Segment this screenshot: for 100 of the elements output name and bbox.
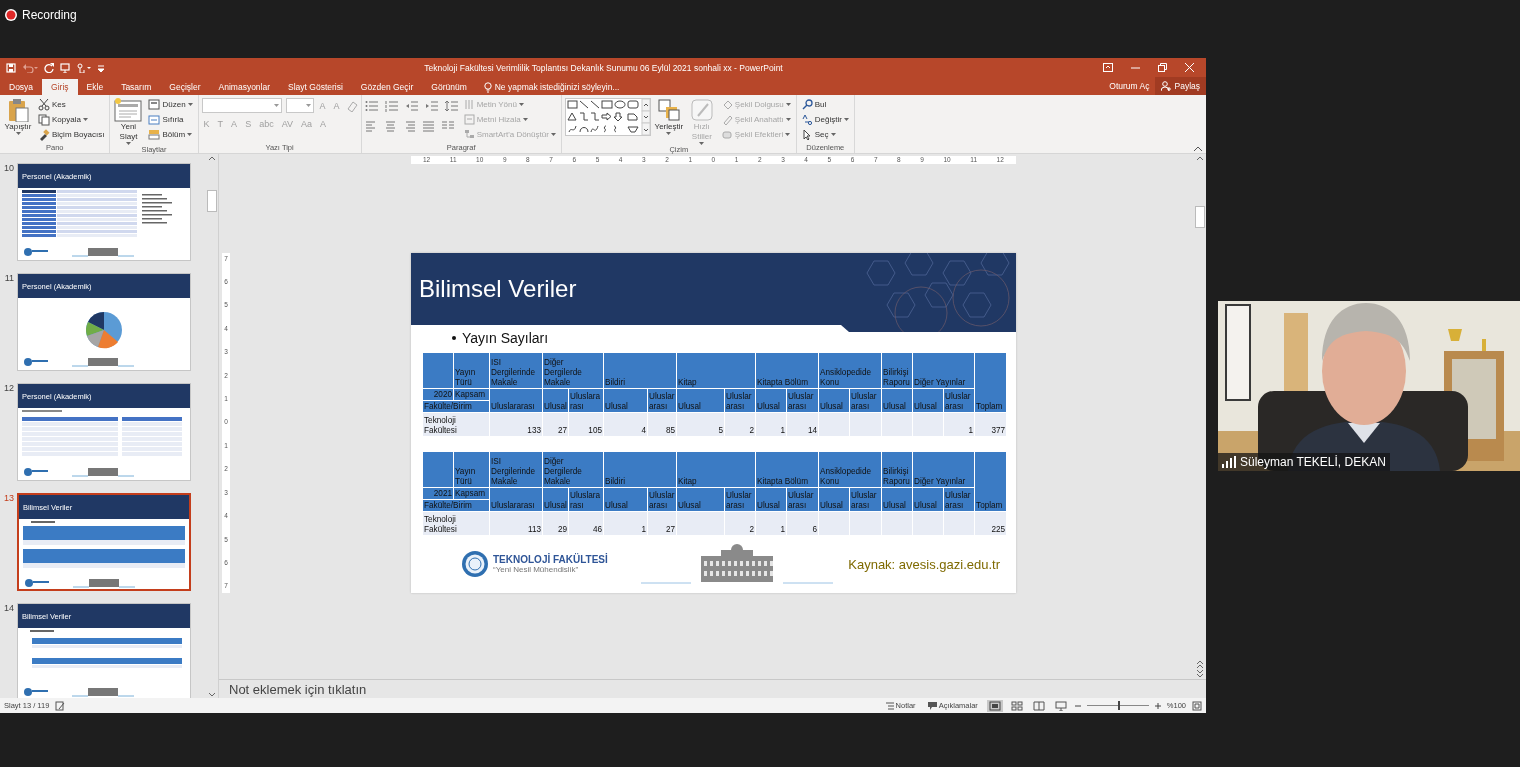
- increase-indent-icon[interactable]: [424, 100, 439, 112]
- share-button[interactable]: Paylaş: [1155, 77, 1206, 95]
- table-header-cell: Bildiri: [603, 451, 677, 487]
- eraser-icon[interactable]: [345, 99, 358, 112]
- divider-line: [641, 582, 691, 584]
- slideshow-icon[interactable]: [60, 62, 70, 73]
- fit-to-window-icon[interactable]: [1192, 700, 1202, 711]
- ribbon-tab[interactable]: Ekle: [77, 79, 113, 95]
- divider-line: [783, 582, 833, 584]
- next-slide-icon[interactable]: [1196, 669, 1204, 679]
- ribbon-button[interactable]: Yapıştır: [3, 98, 33, 135]
- scrollbar-thumb[interactable]: [1195, 206, 1205, 228]
- table-cell: Teknoloji Fakültesi: [422, 412, 490, 436]
- sign-in-link[interactable]: Oturum Aç: [1109, 81, 1150, 91]
- table-header-cell: Kitap: [676, 451, 756, 487]
- zoom-slider-thumb[interactable]: [1117, 701, 1120, 710]
- table-header-cell: Bilirkişi Raporu: [881, 451, 913, 487]
- paintbrush-icon: [38, 128, 50, 141]
- table-header-cell: Kitap: [676, 352, 756, 388]
- slide-number: 10: [3, 163, 14, 175]
- previous-slide-icon[interactable]: [1196, 659, 1204, 669]
- pen-outline-icon: [721, 114, 733, 125]
- ribbon-button[interactable]: Yeni Slayt: [113, 98, 144, 145]
- undo-icon[interactable]: [22, 62, 38, 73]
- touch-mode-icon[interactable]: [76, 62, 92, 73]
- line-spacing-icon[interactable]: [444, 100, 459, 112]
- ribbon-tab[interactable]: Giriş: [42, 79, 78, 95]
- slide-layout-icon: [114, 98, 143, 122]
- bullet-icon: [452, 336, 456, 340]
- repeat-icon[interactable]: [44, 62, 54, 73]
- ribbon-button[interactable]: Bul: [799, 98, 851, 111]
- ribbon-button[interactable]: Biçim Boyacısı: [36, 128, 107, 141]
- table-header-cell: Kitapta Bölüm: [755, 352, 819, 388]
- ribbon-tab[interactable]: Gözden Geçir: [351, 79, 423, 95]
- view-button[interactable]: [1030, 699, 1047, 712]
- ribbon-button[interactable]: Kes: [36, 98, 107, 111]
- layout-icon: [148, 99, 161, 110]
- ribbon-button[interactable]: Sıfırla: [146, 113, 195, 126]
- table-header-cell: Yayın Türü: [453, 451, 490, 487]
- slide-sorter-icon: [1010, 700, 1023, 711]
- table-header-cell: Diğer Dergilerde Makale: [542, 352, 604, 388]
- ribbon-tab[interactable]: Slayt Gösterisi: [279, 79, 352, 95]
- table-header-cell: ISI Dergilerinde Makale: [489, 451, 543, 487]
- participant-name: Süleyman TEKELİ, DEKAN: [1240, 455, 1386, 469]
- slideshow-icon: [1054, 700, 1067, 711]
- decrease-indent-icon[interactable]: [404, 100, 419, 112]
- table-header-cell: Bildiri: [603, 352, 677, 388]
- ribbon-tab[interactable]: Görünüm: [422, 79, 476, 95]
- align-text-icon: [463, 114, 475, 125]
- table-cell: Teknoloji Fakültesi: [422, 511, 490, 535]
- notes-icon: [885, 701, 894, 710]
- lightbulb-icon: [483, 81, 492, 93]
- restore-icon[interactable]: [1158, 63, 1167, 72]
- slide-number: 12: [3, 383, 14, 395]
- arrange-icon: [656, 98, 681, 122]
- font-size-field[interactable]: [285, 98, 314, 113]
- ribbon-button[interactable]: Kopyala: [36, 113, 107, 126]
- table-header-cell: [422, 451, 454, 487]
- view-button[interactable]: [986, 699, 1003, 712]
- table-header-cell: Uluslararası: [489, 388, 543, 412]
- ribbon-tab[interactable]: Tasarım: [112, 79, 161, 95]
- zoom-out-icon[interactable]: [1074, 702, 1081, 709]
- scrollbar-thumb[interactable]: [207, 190, 217, 212]
- zoom-in-icon[interactable]: [1154, 702, 1161, 709]
- source-text: Kaynak: avesis.gazi.edu.tr: [848, 556, 1000, 572]
- ribbon-button[interactable]: Değiştir: [799, 113, 851, 126]
- customize-icon[interactable]: [98, 63, 104, 72]
- table-header-cell: Diğer Yayınlar: [912, 352, 975, 388]
- section-icon: [148, 129, 161, 140]
- bullets-icon[interactable]: [364, 100, 379, 112]
- ribbon-tab[interactable]: Dosya: [0, 79, 43, 95]
- collapse-ribbon-icon[interactable]: [1194, 146, 1202, 151]
- table-header-cell: [422, 352, 454, 388]
- replace-icon: [801, 114, 813, 125]
- ribbon-tab[interactable]: Geçişler: [160, 79, 210, 95]
- window-title: Teknoloji Fakültesi Verimlilik Toplantısı Dekanlık Sunumu 06 Eylül 2021 sonhali xx - PowerPoint: [423, 62, 784, 73]
- ribbon-display-icon[interactable]: [1103, 63, 1113, 72]
- scissors-icon: [38, 98, 50, 111]
- table-header-cell: ISI Dergilerinde Makale: [489, 352, 543, 388]
- reading-view-icon: [1032, 700, 1045, 711]
- view-button[interactable]: [1052, 699, 1069, 712]
- ribbon-button[interactable]: Bölüm: [146, 128, 195, 141]
- logo-motto: “Yeni Nesil Mühendislik”: [493, 565, 580, 574]
- scroll-up-icon[interactable]: [1196, 154, 1204, 162]
- table-header-cell: Diğer Dergilerde Makale: [542, 451, 604, 487]
- shapes-gallery[interactable]: [564, 98, 651, 136]
- slide-title: Bilimsel Veriler: [419, 274, 577, 303]
- ribbon-button[interactable]: Seç: [799, 128, 851, 141]
- ribbon-button[interactable]: Düzen: [146, 98, 195, 111]
- scroll-down-icon[interactable]: [208, 690, 216, 698]
- tell-me-field[interactable]: Ne yapmak istediğinizi söyleyin...: [483, 79, 620, 95]
- ribbon-button[interactable]: Yerleştir: [653, 98, 684, 135]
- normal-view-icon: [988, 700, 1001, 711]
- close-icon[interactable]: [1185, 63, 1194, 72]
- font-name-field[interactable]: [201, 98, 282, 113]
- save-icon[interactable]: [6, 62, 16, 73]
- view-button[interactable]: [1008, 699, 1025, 712]
- scroll-up-icon[interactable]: [208, 154, 216, 162]
- ribbon-tab[interactable]: Animasyonlar: [209, 79, 280, 95]
- notes-field[interactable]: Not eklemek için tıklatın: [219, 681, 1206, 697]
